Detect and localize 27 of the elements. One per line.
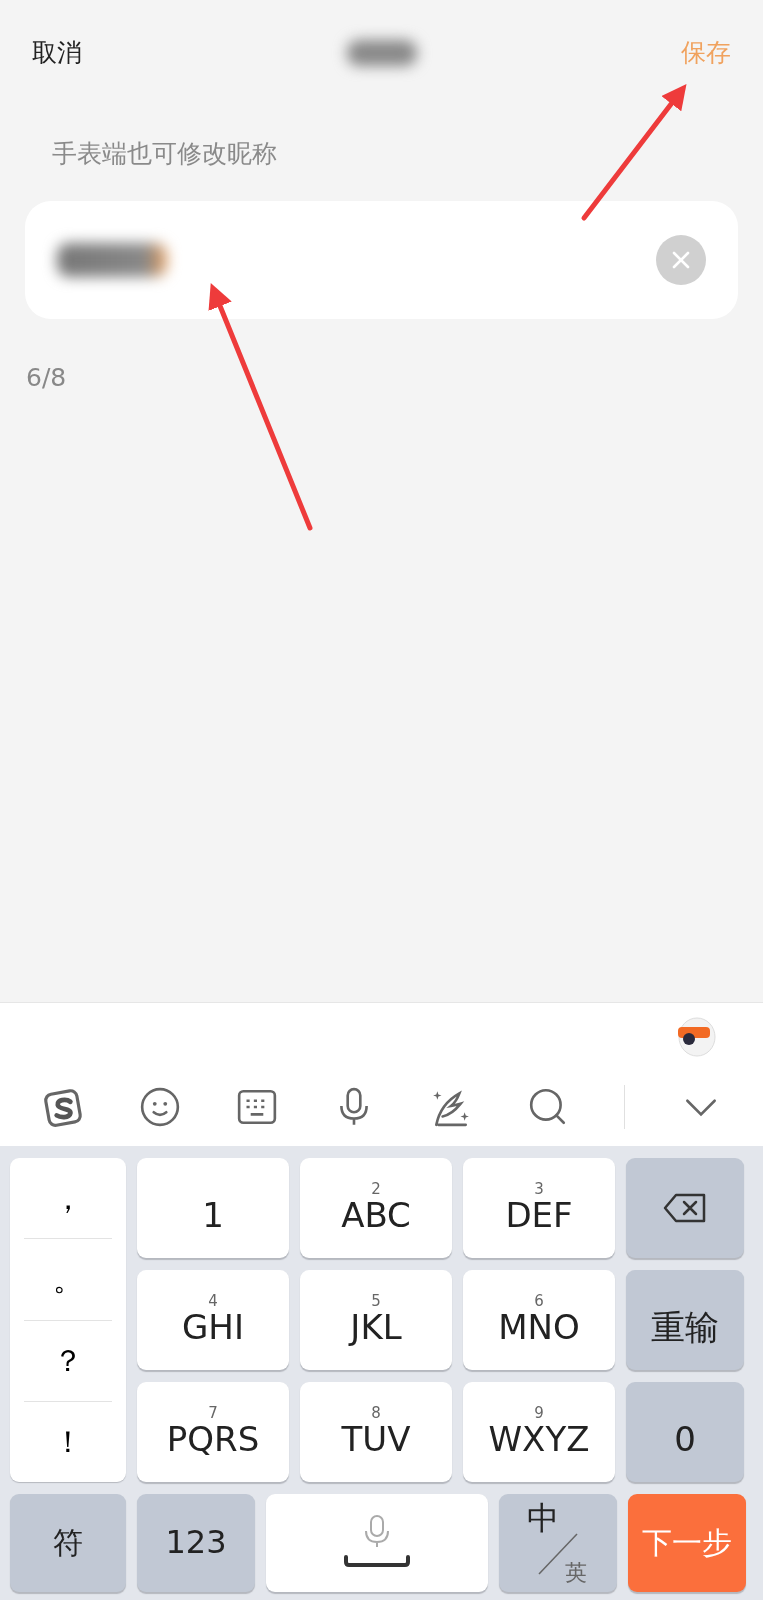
keyboard-key[interactable]: 重输 [626,1270,744,1370]
punctuation-key[interactable]: ， [24,1158,112,1240]
cancel-button[interactable]: 取消 [32,33,82,72]
keyboard-key[interactable]: 0 [626,1382,744,1482]
close-icon [671,249,691,270]
smiley-icon[interactable] [138,1086,181,1128]
keyboard-key[interactable]: 9 WXYZ [463,1382,615,1482]
keyboard-key[interactable]: 8 TUV [300,1382,452,1482]
sogou-logo-icon[interactable] [41,1086,84,1128]
punctuation-key[interactable]: ！ [24,1401,112,1482]
backspace-icon [663,1193,707,1223]
language-switch-key[interactable]: 中 英 [499,1494,617,1592]
name-field[interactable] [25,200,738,319]
backspace-key[interactable] [626,1158,744,1258]
character-counter: 6/8 [25,361,68,394]
keyboard-key[interactable]: 7 PQRS [137,1382,289,1482]
keyboard-key[interactable]: 1 [137,1158,289,1258]
punctuation-key[interactable]: 。 [24,1239,112,1321]
keyboard-key[interactable]: 符 [10,1494,126,1592]
keyboard-key[interactable]: 123 [137,1494,255,1592]
keyboard-key[interactable]: 3 DEF [463,1158,615,1258]
keyboard-key[interactable]: 6 MNO [463,1270,615,1370]
keyboard-key[interactable]: 2 ABC [300,1158,452,1258]
hint-text: 手表端也可修改昵称 [52,139,277,168]
keyboard-key[interactable]: 4 GHI [137,1270,289,1370]
keyboard-key[interactable]: 5 JKL [300,1270,452,1370]
punctuation-key[interactable]: ？ [24,1320,112,1402]
